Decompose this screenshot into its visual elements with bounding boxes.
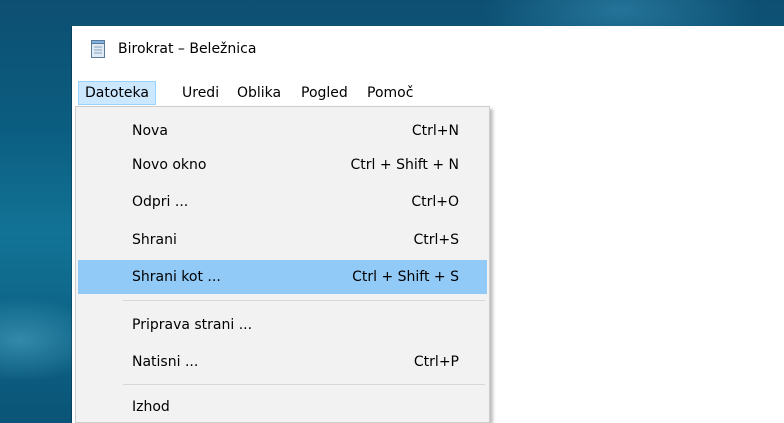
notepad-icon bbox=[91, 40, 105, 58]
menu-item-label: Shrani bbox=[132, 232, 177, 248]
menu-item-nova[interactable]: Nova Ctrl+N bbox=[78, 114, 487, 148]
menu-item-novo-okno[interactable]: Novo okno Ctrl + Shift + N bbox=[78, 148, 487, 182]
menu-item-label: Izhod bbox=[132, 399, 170, 415]
menu-uredi[interactable]: Uredi bbox=[176, 82, 225, 104]
menu-item-priprava-strani[interactable]: Priprava strani ... bbox=[78, 308, 487, 342]
menu-item-shortcut: Ctrl+N bbox=[411, 123, 459, 139]
window-title: Birokrat – Beležnica bbox=[118, 41, 257, 57]
menu-item-shortcut: Ctrl+O bbox=[411, 194, 459, 210]
menu-pomoc[interactable]: Pomoč bbox=[361, 82, 419, 104]
menu-pogled[interactable]: Pogled bbox=[295, 82, 354, 104]
menu-item-odpri[interactable]: Odpri ... Ctrl+O bbox=[78, 185, 487, 219]
menu-item-label: Natisni ... bbox=[132, 354, 199, 370]
menu-item-shortcut: Ctrl+P bbox=[413, 354, 459, 370]
menu-separator bbox=[123, 300, 485, 301]
title-bar[interactable]: Birokrat – Beležnica bbox=[72, 26, 784, 74]
menu-item-shortcut: Ctrl+S bbox=[413, 232, 459, 248]
menu-separator bbox=[123, 384, 485, 385]
menu-item-shortcut: Ctrl + Shift + N bbox=[350, 157, 459, 173]
menu-bar: Datoteka Uredi Oblika Pogled Pomoč bbox=[72, 80, 784, 106]
menu-item-label: Odpri ... bbox=[132, 194, 189, 210]
menu-item-label: Priprava strani ... bbox=[132, 317, 253, 333]
menu-oblika[interactable]: Oblika bbox=[231, 82, 287, 104]
file-menu-dropdown: Nova Ctrl+N Novo okno Ctrl + Shift + N O… bbox=[75, 106, 490, 423]
menu-item-izhod[interactable]: Izhod bbox=[78, 390, 487, 423]
menu-datoteka[interactable]: Datoteka bbox=[78, 81, 156, 105]
menu-item-shortcut: Ctrl + Shift + S bbox=[352, 269, 459, 285]
menu-item-label: Shrani kot ... bbox=[132, 269, 221, 285]
menu-item-label: Nova bbox=[132, 123, 168, 139]
menu-item-shrani[interactable]: Shrani Ctrl+S bbox=[78, 223, 487, 257]
menu-item-natisni[interactable]: Natisni ... Ctrl+P bbox=[78, 345, 487, 379]
menu-item-label: Novo okno bbox=[132, 157, 207, 173]
menu-item-shrani-kot[interactable]: Shrani kot ... Ctrl + Shift + S bbox=[78, 260, 487, 294]
